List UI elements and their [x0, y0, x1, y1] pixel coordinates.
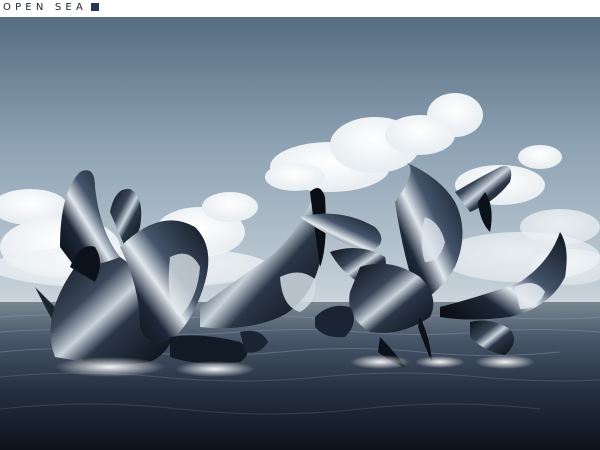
page-title: OPEN SEA	[3, 2, 87, 13]
artwork-image	[0, 17, 600, 450]
title-square-icon	[91, 3, 99, 11]
header-bar: OPEN SEA	[0, 0, 600, 17]
